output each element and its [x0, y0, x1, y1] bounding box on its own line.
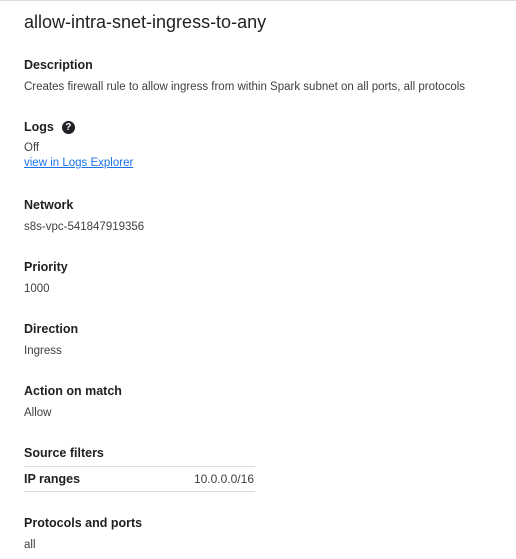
priority-value: 1000 [24, 283, 50, 295]
help-circle-icon[interactable]: ? [61, 120, 75, 134]
page-title: allow-intra-snet-ingress-to-any [24, 12, 267, 32]
logs-label-row: Logs ? [24, 119, 133, 135]
source-filters-section: Source filters [24, 445, 104, 461]
network-label: Network [24, 198, 74, 212]
protocols-label: Protocols and ports [24, 516, 143, 530]
logs-section: Logs ? Off view in Logs Explorer [24, 119, 133, 171]
action-value: Allow [24, 407, 52, 419]
source-filters-label: Source filters [24, 446, 104, 460]
description-section: Description Creates firewall rule to all… [24, 57, 465, 95]
network-section: Network s8s-vpc-541847919356 [24, 197, 144, 235]
ip-ranges-key: IP ranges [24, 472, 81, 486]
description-value: Creates firewall rule to allow ingress f… [24, 81, 466, 93]
view-in-logs-explorer-link[interactable]: view in Logs Explorer [24, 156, 133, 171]
direction-label: Direction [24, 322, 79, 336]
direction-value: Ingress [24, 345, 62, 357]
top-divider [0, 0, 516, 1]
network-value: s8s-vpc-541847919356 [24, 221, 145, 233]
protocols-value: all [24, 539, 36, 551]
source-filters-table: IP ranges 10.0.0.0/16 [24, 466, 255, 492]
priority-section: Priority 1000 [24, 259, 68, 297]
direction-section: Direction Ingress [24, 321, 78, 359]
description-label: Description [24, 58, 93, 72]
logs-value: Off [24, 142, 40, 154]
protocols-section: Protocols and ports all [24, 515, 142, 553]
ip-ranges-value: 10.0.0.0/16 [193, 472, 254, 486]
table-row: IP ranges 10.0.0.0/16 [24, 467, 255, 491]
action-label: Action on match [24, 384, 122, 398]
logs-label: Logs [24, 120, 54, 134]
firewall-rule-details-page: allow-intra-snet-ingress-to-any Descript… [0, 0, 516, 559]
priority-label: Priority [24, 260, 68, 274]
action-section: Action on match Allow [24, 383, 122, 421]
